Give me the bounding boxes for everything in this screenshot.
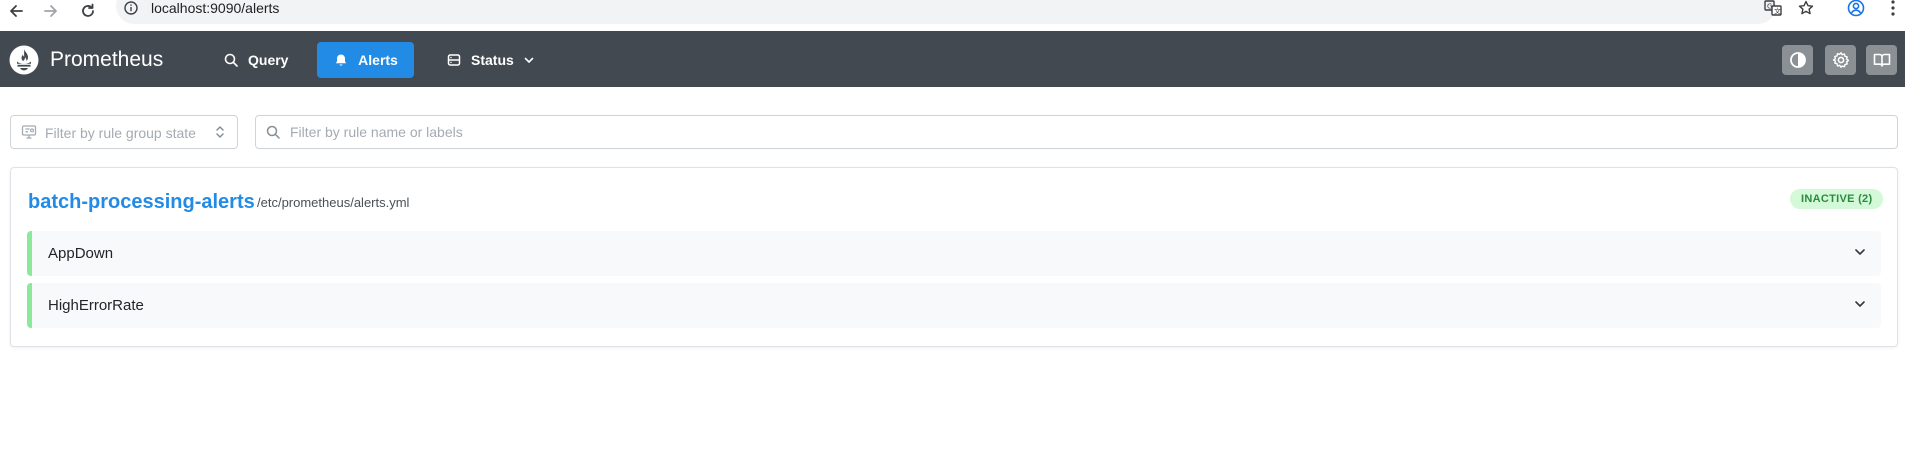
gear-icon	[1832, 51, 1850, 69]
app-navbar: Prometheus Query Alerts Status	[0, 31, 1905, 87]
nav-query[interactable]: Query	[211, 42, 300, 78]
book-icon	[1873, 51, 1891, 69]
settings-button[interactable]	[1825, 45, 1856, 75]
translate-icon[interactable]: G文	[1762, 0, 1784, 16]
server-icon	[446, 52, 462, 68]
chevron-down-icon[interactable]	[1853, 297, 1869, 313]
profile-icon[interactable]	[1845, 0, 1867, 17]
rule-group-file-path: /etc/prometheus/alerts.yml	[257, 195, 410, 210]
theme-toggle-button[interactable]	[1782, 45, 1813, 75]
rule-group-card: batch-processing-alerts /etc/prometheus/…	[10, 167, 1898, 347]
chevron-down-icon	[523, 53, 537, 67]
nav-status-dropdown[interactable]: Status	[434, 42, 549, 78]
site-info-icon[interactable]	[122, 0, 140, 16]
docs-button[interactable]	[1866, 45, 1897, 75]
brand-title[interactable]: Prometheus	[50, 48, 163, 72]
address-bar[interactable]	[116, 0, 1776, 24]
monitor-filter-icon	[21, 124, 37, 140]
rule-group-state-filter[interactable]: Filter by rule group state	[10, 115, 238, 149]
forward-icon[interactable]	[40, 0, 62, 22]
bookmark-star-icon[interactable]	[1795, 0, 1817, 16]
nav-query-label: Query	[248, 52, 289, 68]
contrast-icon	[1789, 51, 1807, 69]
rule-row-appdown[interactable]: AppDown	[27, 231, 1881, 276]
browser-toolbar: localhost:9090/alerts G文	[0, 0, 1905, 30]
nav-alerts[interactable]: Alerts	[317, 42, 414, 78]
browser-menu-icon[interactable]	[1886, 0, 1900, 16]
rule-name: HighErrorRate	[48, 297, 144, 314]
nav-alerts-label: Alerts	[358, 52, 398, 68]
search-icon	[223, 52, 239, 68]
rule-group-state-placeholder: Filter by rule group state	[45, 125, 196, 141]
bell-icon	[333, 52, 349, 68]
status-badge: INACTIVE (2)	[1790, 189, 1884, 209]
rule-group-name[interactable]: batch-processing-alerts	[28, 189, 255, 215]
reload-icon[interactable]	[77, 0, 99, 22]
rule-search-field[interactable]	[255, 115, 1898, 149]
nav-status-label: Status	[471, 52, 514, 68]
back-icon[interactable]	[5, 0, 27, 22]
selector-chevrons-icon	[213, 124, 227, 140]
prometheus-logo-icon[interactable]	[9, 45, 39, 75]
rule-row-higherrorrate[interactable]: HighErrorRate	[27, 283, 1881, 328]
search-icon	[266, 125, 282, 141]
rule-search-input[interactable]	[290, 122, 1870, 142]
chevron-down-icon[interactable]	[1853, 245, 1869, 261]
rule-name: AppDown	[48, 245, 114, 262]
url-text[interactable]: localhost:9090/alerts	[151, 0, 279, 16]
svg-text:文: 文	[1774, 7, 1781, 16]
